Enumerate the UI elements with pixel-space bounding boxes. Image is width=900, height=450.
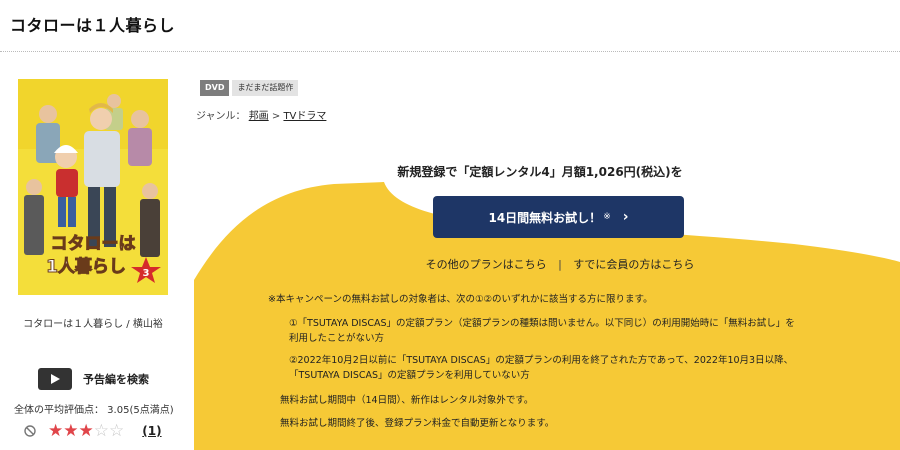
campaign-note-condition-1: ①「TSUTAYA DISCAS」の定額プラン（定額プランの種類は問いません。以…: [289, 318, 795, 329]
star-icon[interactable]: ★: [79, 422, 94, 440]
genre-prefix: ジャンル：: [196, 111, 246, 122]
title-divider: [0, 51, 900, 52]
play-icon: [38, 368, 72, 390]
link-separator: |: [558, 258, 562, 271]
campaign-note-new-release: 無料お試し期間中（14日間）、新作はレンタル対象外です。: [280, 395, 534, 406]
campaign-note-condition-2-cont: 「TSUTAYA DISCAS」の定額プランを利用していない方: [289, 370, 530, 381]
cover-volume-number: 3: [143, 268, 150, 279]
campaign-note-condition-1-cont: 利用したことがない方: [289, 333, 385, 344]
dvd-badge: DVD: [200, 80, 230, 96]
chevron-right-icon: ›: [622, 209, 629, 225]
campaign-headline: 新規登録で「定額レンタル4」月額1,026円(税込)を: [397, 165, 683, 179]
trailer-search-label: 予告編を検索: [83, 373, 149, 386]
star-icon[interactable]: ☆: [94, 422, 109, 440]
average-rating-text: 全体の平均評価点： 3.05(5点満点): [14, 405, 174, 416]
star-icon[interactable]: ★: [63, 422, 78, 440]
genre-link-tv-drama[interactable]: TVドラマ: [283, 111, 326, 122]
badge-row: DVD まだまだ話題作: [200, 80, 301, 96]
rating-stars[interactable]: ★ ★ ★ ☆ ☆: [48, 422, 124, 440]
free-trial-note-mark: ※: [603, 212, 611, 222]
cover-title-line2: 1人暮らし: [46, 256, 126, 277]
cover-title-line1: コタローは: [51, 234, 136, 254]
genre-link-japanese-film[interactable]: 邦画: [249, 111, 269, 122]
free-trial-label: 14日間無料お試し！: [488, 210, 602, 225]
campaign-note-condition-2: ②2022年10月2日以前に「TSUTAYA DISCAS」の定額プランの利用を…: [289, 355, 794, 366]
campaign-note-auto-renewal: 無料お試し期間終了後、登録プラン料金で自動更新となります。: [280, 418, 555, 429]
product-caption: コタローは１人暮らし / 横山裕: [23, 319, 163, 330]
page-title: コタローは１人暮らし: [10, 16, 176, 35]
genre-breadcrumb: ジャンル： 邦画 > TVドラマ: [196, 107, 326, 122]
product-cover-image[interactable]: コタローは 1人暮らし 3: [18, 79, 168, 295]
star-icon[interactable]: ☆: [109, 422, 124, 440]
trailer-search-button[interactable]: 予告編を検索: [38, 367, 149, 391]
free-trial-button[interactable]: 14日間無料お試し！ ※ ›: [433, 196, 684, 238]
genre-separator: >: [271, 111, 281, 122]
plan-links: その他のプランはこちら | すでに会員の方はこちら: [370, 256, 750, 272]
not-interested-icon[interactable]: [24, 425, 36, 437]
star-icon[interactable]: ★: [48, 422, 63, 440]
rating-row: ★ ★ ★ ☆ ☆ (1): [24, 421, 162, 441]
member-login-link[interactable]: すでに会員の方はこちら: [573, 258, 694, 271]
review-count-link[interactable]: (1): [142, 424, 161, 438]
campaign-note-eligibility: ※本キャンペーンの無料お試しの対象者は、次の①②のいずれかに該当する方に限ります…: [268, 294, 653, 305]
popular-badge: まだまだ話題作: [232, 80, 299, 96]
other-plans-link[interactable]: その他のプランはこちら: [426, 258, 547, 271]
